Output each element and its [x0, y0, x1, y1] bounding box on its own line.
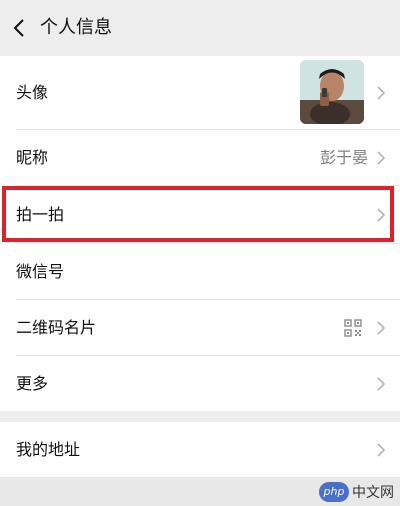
watermark-badge: php: [319, 482, 349, 502]
highlight-box: [2, 186, 394, 242]
chevron-right-icon: [377, 151, 386, 165]
nickname-value: 彭于晏: [319, 148, 368, 167]
watermark-text: 中文网: [352, 485, 394, 501]
address-group: 我的地址: [0, 422, 400, 477]
qr-code-icon: [344, 319, 362, 337]
chevron-right-icon: [377, 321, 386, 335]
avatar: [300, 60, 364, 124]
address-row[interactable]: 我的地址: [0, 422, 400, 477]
nickname-label: 昵称: [16, 148, 49, 167]
nickname-row[interactable]: 昵称 彭于晏: [0, 130, 400, 186]
avatar-photo: [300, 60, 364, 124]
wechat-id-row[interactable]: 微信号: [0, 244, 400, 300]
address-label: 我的地址: [16, 440, 81, 459]
avatar-label: 头像: [16, 83, 49, 102]
more-row[interactable]: 更多: [0, 356, 400, 411]
qr-code-label: 二维码名片: [16, 318, 97, 337]
wechat-id-label: 微信号: [16, 262, 65, 281]
chevron-right-icon: [377, 86, 386, 100]
more-label: 更多: [16, 374, 49, 393]
chevron-right-icon: [377, 377, 386, 391]
chevron-right-icon: [377, 443, 386, 457]
avatar-row[interactable]: 头像: [0, 56, 400, 130]
page-title: 个人信息: [40, 17, 112, 38]
watermark: php 中文网: [319, 482, 394, 502]
qr-code-row[interactable]: 二维码名片: [0, 300, 400, 356]
back-icon[interactable]: [8, 16, 32, 40]
nav-bar: 个人信息: [0, 0, 400, 56]
